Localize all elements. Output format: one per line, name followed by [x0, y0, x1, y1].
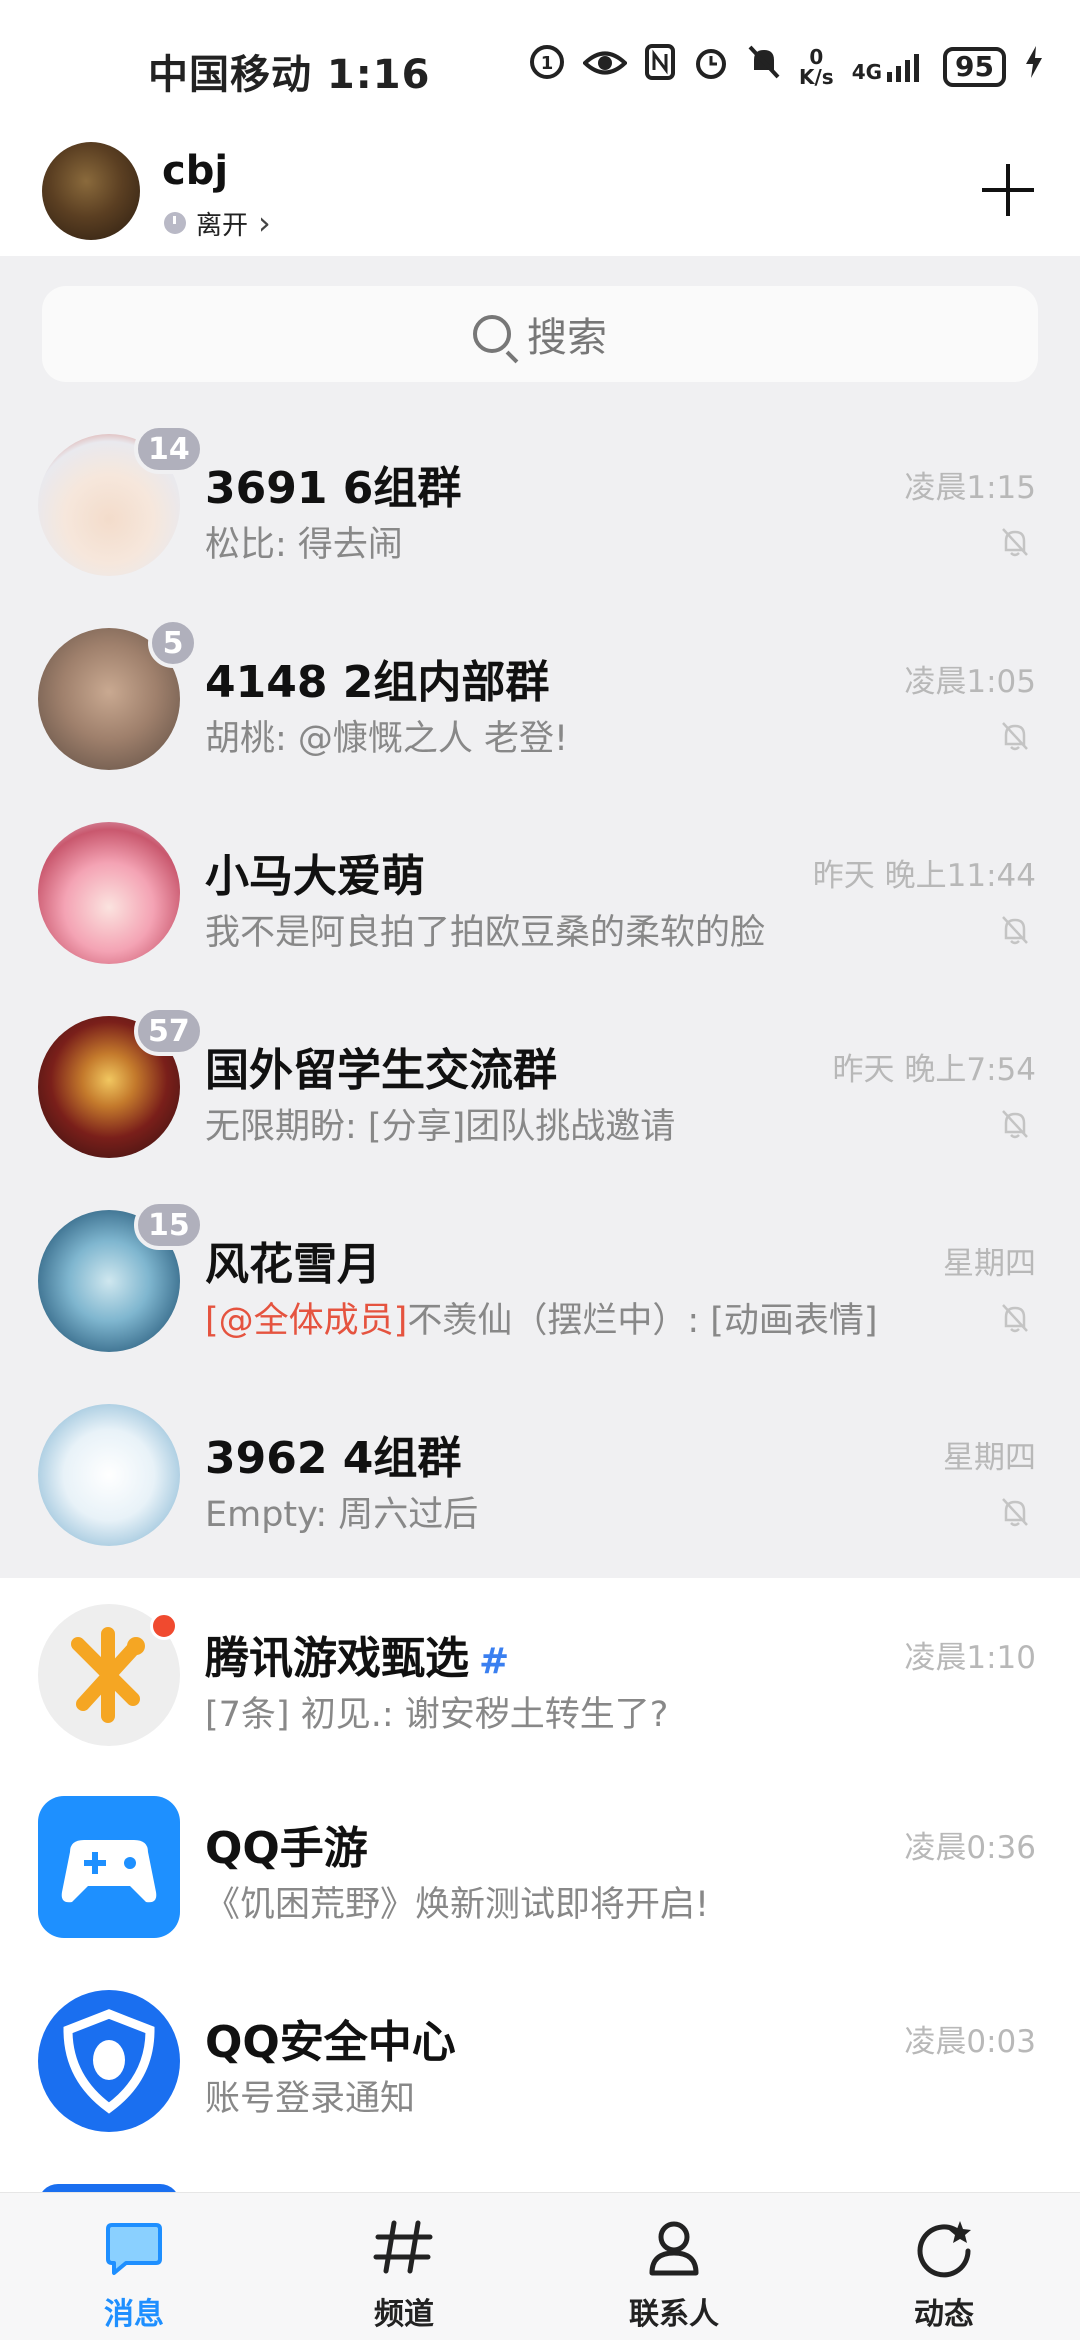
search-icon	[473, 315, 511, 353]
nav-tab-contacts[interactable]: 联系人	[584, 2193, 764, 2340]
nav-label: 频道	[374, 2297, 434, 2332]
chat-preview: [@全体成员]不羡仙（摆烂中）: [动画表情]	[205, 1292, 878, 1343]
chat-time: 昨天 晚上11:44	[812, 858, 1036, 894]
chat-preview: 松比: 得去闹	[205, 525, 403, 565]
username[interactable]: cbj	[162, 148, 228, 194]
mention-tag: [@全体成员]	[205, 1301, 408, 1341]
chat-time: 昨天 晚上7:54	[832, 1052, 1036, 1088]
chat-time: 凌晨0:36	[904, 1830, 1036, 1866]
chat-preview: [7条] 初见.: 谢安秽土转生了?	[205, 1695, 669, 1735]
chat-time: 凌晨0:03	[904, 2024, 1036, 2060]
shield-icon	[63, 2009, 155, 2114]
mute-bell-icon	[1000, 1302, 1030, 1334]
chat-avatar	[38, 1404, 180, 1546]
nav-label: 消息	[104, 2297, 164, 2332]
svg-text:1: 1	[541, 53, 554, 74]
chat-time: 凌晨1:05	[904, 664, 1036, 700]
nav-tab-channels[interactable]: 频道	[314, 2193, 494, 2340]
chat-time: 凌晨1:10	[904, 1640, 1036, 1676]
alarm-icon	[693, 44, 729, 89]
chat-row[interactable]: 小马大爱萌 我不是阿良拍了拍欧豆桑的柔软的脸 昨天 晚上11:44	[0, 790, 1080, 984]
network-type: 4G	[851, 59, 883, 84]
my-avatar[interactable]	[42, 142, 140, 240]
nav-label: 联系人	[629, 2297, 719, 2332]
signal-indicator: 4G	[852, 52, 925, 82]
chat-time: 星期四	[943, 1440, 1036, 1476]
gamepad-icon	[61, 1840, 157, 1903]
unread-badge: 15	[134, 1200, 204, 1250]
chat-preview: Empty: 周六过后	[205, 1495, 479, 1535]
chat-row[interactable]: 3962 4组群 Empty: 周六过后 星期四	[0, 1372, 1080, 1566]
unread-badge: 5	[148, 618, 198, 668]
chat-preview: 胡桃: @慷慨之人 老登!	[205, 719, 569, 759]
mute-bell-icon	[1000, 720, 1030, 752]
network-speed: 0 K/s	[798, 44, 834, 89]
chat-title: 4148 2组内部群	[205, 657, 550, 708]
chat-title: QQ安全中心	[205, 2017, 456, 2068]
message-bubble-icon	[106, 2223, 162, 2275]
chat-preview: 账号登录通知	[205, 2079, 416, 2119]
chat-time: 星期四	[943, 1246, 1036, 1282]
chat-row[interactable]: 15 风花雪月 [@全体成员]不羡仙（摆烂中）: [动画表情] 星期四	[0, 1178, 1080, 1372]
person-icon	[649, 2221, 699, 2276]
chat-row[interactable]: 57 国外留学生交流群 无限期盼: [分享]团队挑战邀请 昨天 晚上7:54	[0, 984, 1080, 1178]
hashtag-icon: #	[479, 1641, 510, 1682]
chat-time: 凌晨1:15	[904, 470, 1036, 506]
search-bar[interactable]: 搜索	[42, 286, 1038, 382]
mute-bell-icon	[1000, 914, 1030, 946]
mute-notifications-icon	[747, 44, 781, 89]
refresh-star-icon	[917, 2221, 971, 2278]
chat-row[interactable]: QQ安全中心 账号登录通知 凌晨0:03	[0, 1966, 1080, 2160]
hashtag-icon	[373, 2220, 433, 2274]
preview-text: 不羡仙（摆烂中）: [动画表情]	[407, 1301, 878, 1341]
nfc-icon	[644, 44, 675, 89]
mute-bell-icon	[1000, 526, 1030, 558]
bottom-nav: 消息 频道 联系人 动态	[0, 2192, 1080, 2340]
signal-bars-icon	[887, 53, 920, 82]
clock-icon	[164, 212, 186, 234]
mute-bell-icon	[1000, 1496, 1030, 1528]
search-label: 搜索	[527, 315, 607, 361]
hd-icon: 1	[529, 44, 565, 89]
chat-avatar	[38, 1796, 180, 1938]
chat-row[interactable]: 腾讯游戏甄选 # [7条] 初见.: 谢安秽土转生了? 凌晨1:10	[0, 1578, 1080, 1772]
chat-preview: 我不是阿良拍了拍欧豆桑的柔软的脸	[205, 913, 766, 953]
mute-bell-icon	[1000, 1108, 1030, 1140]
chat-row[interactable]: QQ手游 《饥困荒野》焕新测试即将开启! 凌晨0:36	[0, 1772, 1080, 1966]
chat-title: 3691 6组群	[205, 463, 462, 514]
nav-label: 动态	[914, 2297, 974, 2332]
charging-icon	[1024, 44, 1044, 89]
chat-preview: 无限期盼: [分享]团队挑战邀请	[205, 1107, 676, 1147]
unread-dot	[150, 1612, 178, 1640]
chat-preview: 《饥困荒野》焕新测试即将开启!	[205, 1885, 710, 1925]
chat-row[interactable]: 14 3691 6组群 松比: 得去闹 凌晨1:15	[0, 402, 1080, 596]
chat-title: 风花雪月	[205, 1239, 381, 1290]
chat-title: 小马大爱萌	[205, 851, 425, 902]
chat-avatar	[38, 822, 180, 964]
status-label: 离开	[196, 210, 249, 241]
chat-title: QQ手游	[205, 1823, 368, 1874]
chat-row[interactable]: 5 4148 2组内部群 胡桃: @慷慨之人 老登! 凌晨1:05	[0, 596, 1080, 790]
carrier-time: 中国移动 1:16	[148, 52, 431, 98]
chat-title: 腾讯游戏甄选 #	[205, 1633, 510, 1684]
nav-tab-messages[interactable]: 消息	[44, 2193, 224, 2340]
unread-badge: 14	[134, 424, 204, 474]
chat-title: 3962 4组群	[205, 1433, 462, 1484]
unread-badge: 57	[134, 1006, 204, 1056]
add-button[interactable]	[978, 160, 1038, 220]
chat-title: 国外留学生交流群	[205, 1045, 557, 1096]
chat-avatar	[38, 1990, 180, 2132]
chevron-right-icon: ›	[258, 204, 271, 242]
eye-icon	[582, 47, 628, 87]
app-header: cbj 离开 ›	[0, 130, 1080, 256]
status-icons: 1 0 K/s 4G 95	[529, 44, 1044, 89]
nav-tab-moments[interactable]: 动态	[854, 2193, 1034, 2340]
online-status[interactable]: 离开 ›	[164, 204, 271, 242]
status-bar: 中国移动 1:16 1 0 K/s 4G 95	[0, 0, 1080, 130]
battery-indicator: 95	[943, 46, 1006, 87]
